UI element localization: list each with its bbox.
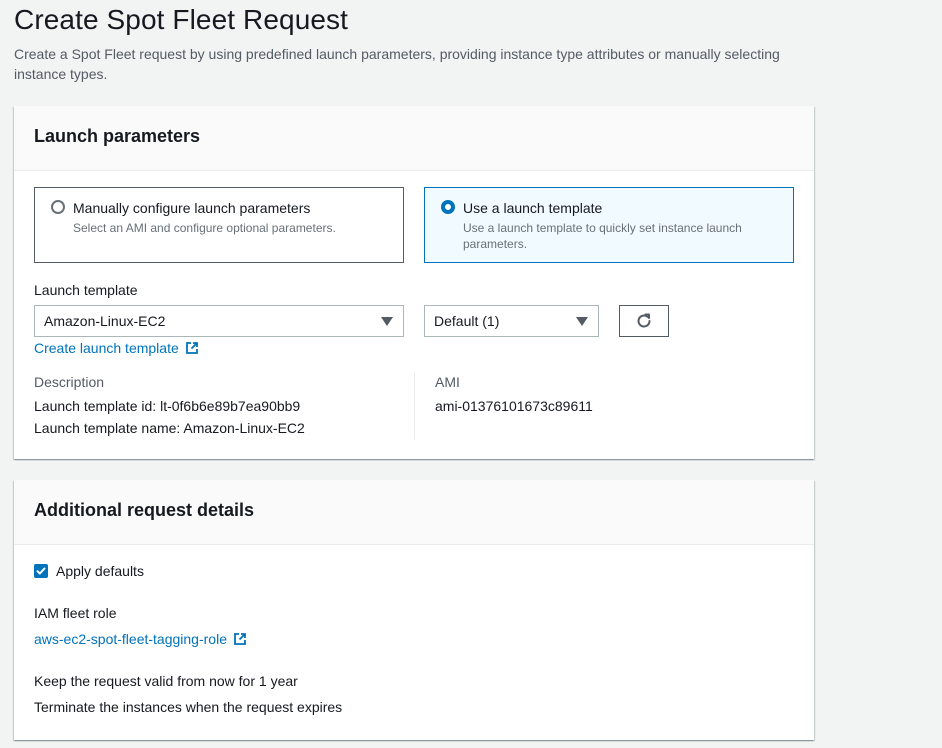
launch-template-value: Amazon-Linux-EC2 [44, 313, 166, 329]
iam-fleet-role-link[interactable]: aws-ec2-spot-fleet-tagging-role [34, 631, 247, 647]
version-value: Default (1) [434, 313, 500, 329]
additional-details-card: Additional request details Apply default… [14, 480, 814, 740]
radio-template[interactable] [441, 200, 455, 214]
column-divider [414, 371, 415, 439]
launch-template-label: Launch template [34, 282, 138, 298]
option-manual-tile[interactable]: Manually configure launch parameters Sel… [34, 187, 404, 263]
option-manual-label: Manually configure launch parameters [73, 200, 311, 216]
template-id-text: Launch template id: lt-0f6b6e89b7ea90bb9 [34, 398, 301, 414]
additional-details-title: Additional request details [34, 500, 255, 520]
checkmark-icon [36, 567, 46, 575]
caret-down-icon [381, 317, 393, 326]
refresh-button[interactable] [619, 305, 669, 337]
description-label: Description [34, 374, 105, 390]
launch-template-select[interactable]: Amazon-Linux-EC2 [34, 305, 404, 337]
refresh-icon [637, 313, 651, 328]
option-template-description: Use a launch template to quickly set ins… [463, 221, 742, 251]
option-template-tile[interactable]: Use a launch template Use a launch templ… [424, 187, 794, 263]
terminate-text: Terminate the instances when the request… [34, 699, 343, 715]
valid-period-text: Keep the request valid from now for 1 ye… [34, 673, 298, 689]
ami-value: ami-01376101673c89611 [435, 398, 593, 414]
page-title: Create Spot Fleet Request [14, 4, 349, 35]
template-name-text: Launch template name: Amazon-Linux-EC2 [34, 420, 305, 436]
apply-defaults-label[interactable]: Apply defaults [56, 563, 144, 579]
external-link-icon [185, 342, 198, 354]
launch-parameters-header: Launch parameters [14, 106, 814, 171]
page-description: Create a Spot Fleet request by using pre… [14, 46, 780, 82]
launch-parameters-card: Launch parameters Manually configure lau… [14, 106, 814, 459]
external-link-icon [234, 633, 246, 645]
radio-manual[interactable] [51, 200, 65, 214]
option-manual-description: Select an AMI and configure optional par… [73, 221, 336, 235]
create-launch-template-link[interactable]: Create launch template [34, 340, 199, 356]
option-template-label: Use a launch template [463, 200, 603, 216]
ami-label: AMI [435, 374, 460, 390]
apply-defaults-checkbox[interactable] [34, 564, 48, 578]
iam-fleet-role-value: aws-ec2-spot-fleet-tagging-role [34, 631, 227, 647]
iam-fleet-role-label: IAM fleet role [34, 605, 117, 621]
launch-parameters-title: Launch parameters [34, 126, 201, 146]
additional-details-header: Additional request details [14, 480, 814, 545]
caret-down-icon [576, 317, 588, 326]
version-select[interactable]: Default (1) [424, 305, 599, 337]
create-launch-template-text: Create launch template [34, 340, 179, 356]
